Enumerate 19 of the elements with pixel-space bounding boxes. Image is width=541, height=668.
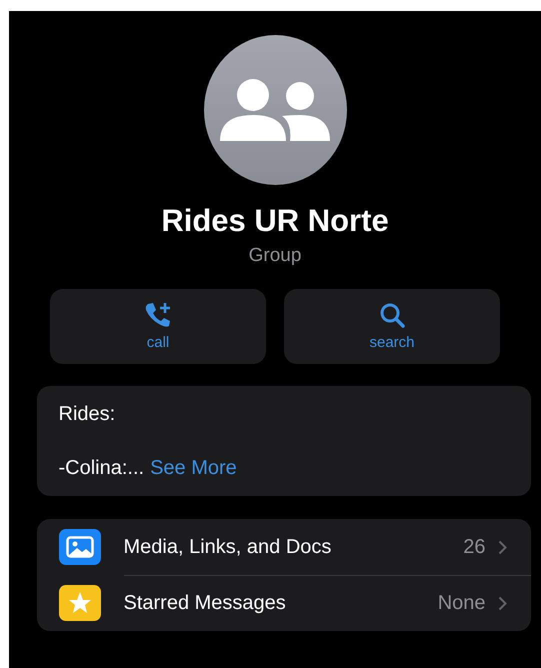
description-text: Rides:	[58, 402, 116, 426]
row-value: 26	[463, 536, 486, 558]
phone-plus-icon	[144, 302, 172, 328]
row-label: Media, Links, and Docs	[124, 536, 332, 558]
group-name: Rides UR Norte	[161, 203, 389, 239]
see-more-link[interactable]: See More	[150, 457, 237, 480]
group-subtitle: Group	[248, 245, 302, 267]
call-button[interactable]: call	[50, 289, 266, 364]
chevron-icon	[498, 596, 506, 611]
photo-icon	[58, 529, 100, 565]
row-label: Starred Messages	[124, 592, 287, 615]
search-icon	[379, 302, 405, 328]
search-button[interactable]: search	[284, 289, 500, 364]
list-row[interactable]: Media, Links, and Docs 26	[36, 519, 530, 575]
row-value: None	[438, 592, 486, 615]
chevron-icon	[498, 540, 506, 554]
list-row[interactable]: Starred Messages None	[36, 575, 530, 631]
description-text: -Colina:...	[58, 456, 144, 480]
people-icon	[220, 79, 330, 141]
